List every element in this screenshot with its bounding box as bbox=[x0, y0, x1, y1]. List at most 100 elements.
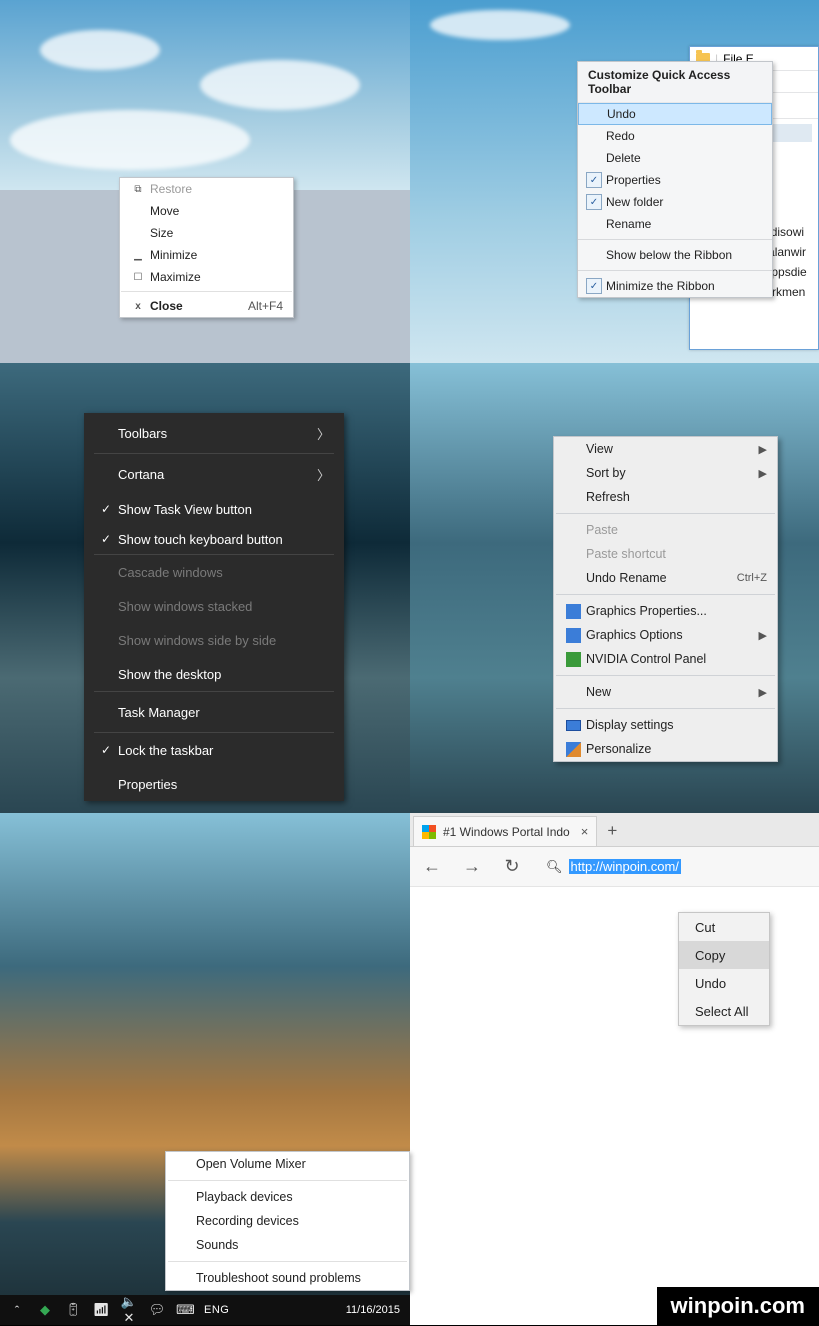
action-center-icon[interactable]: 💬︎ bbox=[148, 1302, 166, 1318]
menu-label: New folder bbox=[606, 195, 663, 209]
language-indicator[interactable]: ENG bbox=[204, 1304, 229, 1316]
menu-item-cut[interactable]: Cut bbox=[679, 913, 769, 941]
address-bar[interactable]: 🔍︎ http://winpoin.com/ bbox=[540, 854, 809, 880]
menu-label: Close bbox=[150, 299, 224, 313]
qat-item-undo[interactable]: Undo bbox=[578, 103, 772, 125]
menu-item-graphicsopts[interactable]: Graphics Options ▶ bbox=[554, 623, 777, 647]
personalize-icon bbox=[560, 742, 586, 757]
refresh-icon[interactable]: ↻ bbox=[500, 856, 524, 877]
panel-1-bg bbox=[0, 0, 410, 190]
menu-item-nvidia[interactable]: NVIDIA Control Panel bbox=[554, 647, 777, 671]
taskbar-context-menu: Toolbars 〉 Cortana 〉 ✓ Show Task View bu… bbox=[84, 413, 344, 801]
menu-item-cortana[interactable]: Cortana 〉 bbox=[84, 454, 344, 494]
minimize-icon: ▁ bbox=[126, 250, 150, 261]
checkbox-checked-icon: ✓ bbox=[582, 172, 606, 188]
menu-item-graphicsprops[interactable]: Graphics Properties... bbox=[554, 599, 777, 623]
keyboard-icon[interactable]: ⌨ bbox=[176, 1302, 194, 1318]
menu-item-sortby[interactable]: Sort by ▶ bbox=[554, 461, 777, 485]
menu-label: Select All bbox=[695, 1004, 748, 1019]
menu-item-playback[interactable]: Playback devices bbox=[166, 1185, 409, 1209]
menu-item-undo[interactable]: Undo bbox=[679, 969, 769, 997]
menu-separator bbox=[556, 594, 775, 595]
intel-graphics-icon bbox=[560, 628, 586, 643]
tray-overflow-icon[interactable]: ˆ bbox=[8, 1303, 26, 1318]
display-icon bbox=[560, 720, 586, 731]
qat-item-minimizeribbon[interactable]: ✓ Minimize the Ribbon bbox=[578, 275, 772, 297]
menu-separator bbox=[121, 291, 292, 292]
addressbar-context-menu: Cut Copy Undo Select All bbox=[678, 912, 770, 1026]
menu-item-undorename[interactable]: Undo Rename Ctrl+Z bbox=[554, 566, 777, 590]
forward-icon[interactable]: → bbox=[460, 856, 484, 877]
menu-label: Sounds bbox=[196, 1238, 238, 1252]
menu-item-display[interactable]: Display settings bbox=[554, 713, 777, 737]
menu-item-recording[interactable]: Recording devices bbox=[166, 1209, 409, 1233]
menu-item-move[interactable]: Move bbox=[120, 200, 293, 222]
qat-item-newfolder[interactable]: ✓ New folder bbox=[578, 191, 772, 213]
qat-item-rename[interactable]: Rename bbox=[578, 213, 772, 235]
qat-item-showbelow[interactable]: Show below the Ribbon bbox=[578, 244, 772, 266]
menu-item-new[interactable]: New ▶ bbox=[554, 680, 777, 704]
menu-item-properties[interactable]: Properties bbox=[84, 767, 344, 801]
menu-item-copy[interactable]: Copy bbox=[679, 941, 769, 969]
menu-item-showdesktop[interactable]: Show the desktop bbox=[84, 657, 344, 691]
menu-item-view[interactable]: View ▶ bbox=[554, 437, 777, 461]
menu-item-toolbars[interactable]: Toolbars 〉 bbox=[84, 413, 344, 453]
menu-label: Move bbox=[150, 204, 283, 218]
menu-label: Graphics Options bbox=[586, 628, 759, 642]
close-tab-icon[interactable]: × bbox=[577, 824, 589, 839]
menu-separator bbox=[578, 270, 772, 271]
menu-label: Lock the taskbar bbox=[118, 743, 330, 758]
panel-6-bg bbox=[410, 813, 819, 1325]
checkbox-checked-icon: ✓ bbox=[582, 194, 606, 210]
edge-browser: #1 Windows Portal Indo × + ← → ↻ 🔍︎ http… bbox=[410, 813, 819, 887]
favicon-icon bbox=[422, 825, 436, 839]
menu-shortcut: Alt+F4 bbox=[224, 299, 283, 313]
tab-title: #1 Windows Portal Indo bbox=[443, 825, 570, 839]
menu-label: Sort by bbox=[586, 466, 759, 480]
menu-label: Graphics Properties... bbox=[586, 604, 767, 618]
qat-item-redo[interactable]: Redo bbox=[578, 125, 772, 147]
browser-tab[interactable]: #1 Windows Portal Indo × bbox=[413, 816, 597, 846]
menu-item-refresh[interactable]: Refresh bbox=[554, 485, 777, 509]
menu-label: Display settings bbox=[586, 718, 767, 732]
menu-item-mixer[interactable]: Open Volume Mixer bbox=[166, 1152, 409, 1176]
qat-item-delete[interactable]: Delete bbox=[578, 147, 772, 169]
menu-label: Recording devices bbox=[196, 1214, 299, 1228]
menu-item-showtouchkb[interactable]: ✓ Show touch keyboard button bbox=[84, 524, 344, 554]
back-icon[interactable]: ← bbox=[420, 856, 444, 877]
menu-item-restore[interactable]: ⧉ Restore bbox=[120, 178, 293, 200]
menu-label: NVIDIA Control Panel bbox=[586, 652, 767, 666]
menu-label: Open Volume Mixer bbox=[196, 1157, 306, 1171]
menu-label: Personalize bbox=[586, 742, 767, 756]
check-icon: ✓ bbox=[94, 532, 118, 546]
menu-separator bbox=[556, 513, 775, 514]
battery-icon[interactable]: 🔋︎ bbox=[64, 1302, 82, 1318]
menu-item-sounds[interactable]: Sounds bbox=[166, 1233, 409, 1257]
new-tab-button[interactable]: + bbox=[597, 816, 627, 846]
menu-label: Properties bbox=[606, 173, 661, 187]
wifi-icon[interactable]: 📶︎ bbox=[92, 1302, 110, 1318]
tray-app-icon[interactable]: ◆ bbox=[36, 1302, 54, 1318]
menu-item-maximize[interactable]: ☐ Maximize bbox=[120, 266, 293, 288]
menu-item-minimize[interactable]: ▁ Minimize bbox=[120, 244, 293, 266]
menu-label: Show windows stacked bbox=[118, 599, 330, 614]
menu-item-cascade: Cascade windows bbox=[84, 555, 344, 589]
menu-separator bbox=[578, 239, 772, 240]
menu-item-taskmgr[interactable]: Task Manager bbox=[84, 692, 344, 732]
menu-item-close[interactable]: x Close Alt+F4 bbox=[120, 295, 293, 317]
restore-icon: ⧉ bbox=[126, 184, 150, 195]
menu-label: Undo Rename bbox=[586, 571, 737, 585]
qat-item-properties[interactable]: ✓ Properties bbox=[578, 169, 772, 191]
menu-item-troubleshoot[interactable]: Troubleshoot sound problems bbox=[166, 1266, 409, 1290]
menu-item-selectall[interactable]: Select All bbox=[679, 997, 769, 1025]
volume-icon[interactable]: 🔈✕ bbox=[120, 1294, 138, 1326]
menu-label: Troubleshoot sound problems bbox=[196, 1271, 361, 1285]
menu-item-lock[interactable]: ✓ Lock the taskbar bbox=[84, 733, 344, 767]
menu-item-showtaskview[interactable]: ✓ Show Task View button bbox=[84, 494, 344, 524]
qat-header: Customize Quick Access Toolbar bbox=[578, 62, 772, 103]
menu-label: Show windows side by side bbox=[118, 633, 330, 648]
menu-item-size[interactable]: Size bbox=[120, 222, 293, 244]
tray-clock[interactable]: 11/16/2015 bbox=[346, 1304, 402, 1316]
menu-item-personalize[interactable]: Personalize bbox=[554, 737, 777, 761]
search-icon: 🔍︎ bbox=[546, 859, 563, 875]
